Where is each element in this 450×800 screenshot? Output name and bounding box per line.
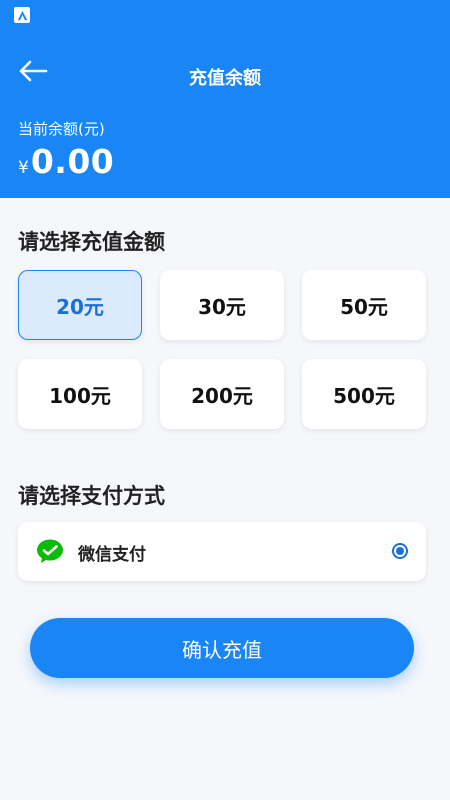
amount-option-50[interactable]: 50元 bbox=[302, 270, 426, 340]
header: 充值余额 当前余额(元) ¥ 0.00 bbox=[0, 30, 450, 198]
wechat-pay-icon bbox=[36, 538, 64, 564]
status-bar bbox=[0, 0, 450, 30]
balance-label: 当前余额(元) bbox=[18, 120, 105, 138]
balance-display: ¥ 0.00 bbox=[18, 142, 114, 181]
amount-option-20[interactable]: 20元 bbox=[18, 270, 142, 340]
amount-section-title: 请选择充值金额 bbox=[18, 230, 165, 254]
payment-method-label: 微信支付 bbox=[78, 545, 146, 565]
page-title: 充值余额 bbox=[189, 68, 261, 89]
balance-value: 0.00 bbox=[30, 142, 115, 181]
amount-option-30[interactable]: 30元 bbox=[160, 270, 284, 340]
currency-symbol: ¥ bbox=[18, 158, 29, 178]
payment-radio[interactable] bbox=[392, 543, 408, 559]
amount-option-200[interactable]: 200元 bbox=[160, 359, 284, 429]
confirm-recharge-button[interactable]: 确认充值 bbox=[30, 618, 414, 678]
payment-method-wechat[interactable]: 微信支付 bbox=[18, 522, 426, 581]
amount-option-500[interactable]: 500元 bbox=[302, 359, 426, 429]
payment-radio-dot bbox=[396, 547, 404, 555]
amount-option-100[interactable]: 100元 bbox=[18, 359, 142, 429]
app-launcher-icon bbox=[14, 7, 30, 23]
payment-section-title: 请选择支付方式 bbox=[18, 484, 165, 508]
amount-grid: 20元 30元 50元 100元 200元 500元 bbox=[18, 270, 426, 430]
